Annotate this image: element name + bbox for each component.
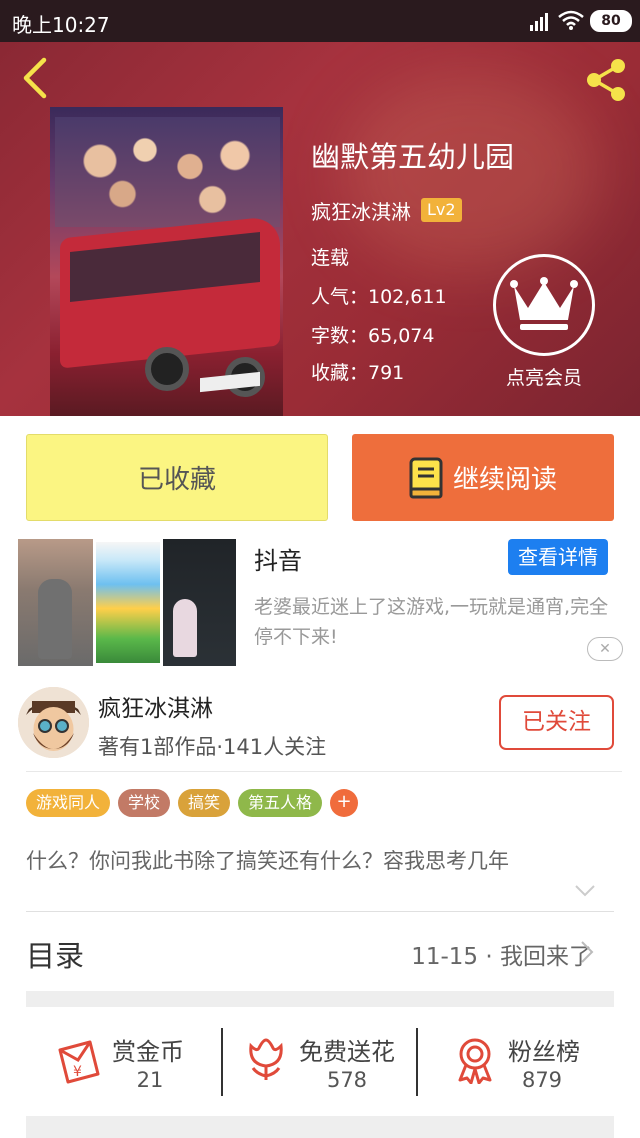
ad-details-button[interactable]: 查看详情 bbox=[508, 539, 608, 575]
toc-latest-chapter[interactable]: 11-15 · 我回来了 bbox=[411, 937, 592, 971]
stat-label: 粉丝榜 bbox=[508, 1038, 580, 1066]
battery-indicator: 80 bbox=[590, 10, 632, 32]
crown-icon bbox=[510, 277, 578, 330]
signal-icon bbox=[530, 13, 548, 31]
stat-label: 免费送花 bbox=[299, 1038, 395, 1066]
follow-button[interactable]: 已关注 bbox=[499, 695, 614, 750]
wifi-icon bbox=[558, 10, 584, 30]
divider bbox=[26, 911, 614, 912]
share-icon[interactable] bbox=[582, 56, 630, 104]
tag-identity-v[interactable]: 第五人格 bbox=[238, 789, 323, 817]
chevron-right-icon[interactable] bbox=[580, 940, 594, 964]
stat-free-flowers[interactable]: 免费送花 578 bbox=[243, 1026, 413, 1098]
stat-label: 赏金币 bbox=[112, 1038, 184, 1066]
status-time: 晚上10:27 bbox=[12, 13, 110, 37]
author-name[interactable]: 疯狂冰淇淋 bbox=[98, 689, 213, 723]
stat-fan-ranking[interactable]: 粉丝榜 879 bbox=[452, 1026, 602, 1098]
book-summary[interactable]: 什么？你问我此书除了搞笑还有什么？容我思考几年 bbox=[26, 845, 509, 875]
author-avatar[interactable] bbox=[18, 687, 89, 758]
book-favorites: 收藏：791 bbox=[311, 362, 405, 384]
back-arrow-icon[interactable] bbox=[18, 56, 52, 100]
stat-value: 21 bbox=[136, 1068, 164, 1092]
avatar-illustration bbox=[18, 687, 89, 758]
vip-label[interactable]: 点亮会员 bbox=[494, 363, 594, 390]
book-icon bbox=[409, 457, 443, 498]
status-bar: 晚上10:27 80 bbox=[0, 0, 640, 42]
continue-reading-button[interactable]: 继续阅读 bbox=[352, 434, 614, 521]
book-popularity: 人气：102,611 bbox=[311, 286, 447, 308]
book-author-line: 疯狂冰淇淋 Lv2 bbox=[311, 195, 462, 225]
flower-icon bbox=[249, 1038, 283, 1080]
book-status: 连载 bbox=[311, 247, 350, 269]
reward-coin-icon: ¥ bbox=[58, 1040, 100, 1084]
book-header: 幽默第五幼儿园 疯狂冰淇淋 Lv2 连载 人气：102,611 字数：65,07… bbox=[0, 42, 640, 416]
ad-description[interactable]: 老婆最近迷上了这游戏,一玩就是通宵,完全停不下来! bbox=[254, 592, 624, 652]
book-word-count: 字数：65,074 bbox=[311, 325, 435, 347]
divider bbox=[416, 1028, 418, 1096]
author-level-badge: Lv2 bbox=[421, 198, 462, 222]
tag-game-fanfic[interactable]: 游戏同人 bbox=[26, 789, 111, 817]
section-gap bbox=[26, 1116, 614, 1138]
continue-reading-label: 继续阅读 bbox=[452, 465, 557, 495]
book-author-name[interactable]: 疯狂冰淇淋 bbox=[311, 196, 411, 225]
stat-value: 879 bbox=[521, 1068, 563, 1092]
vip-crown-button[interactable] bbox=[493, 254, 595, 356]
book-cover-image[interactable] bbox=[50, 107, 283, 416]
ad-title[interactable]: 抖音 bbox=[254, 541, 302, 576]
tag-school[interactable]: 学校 bbox=[118, 789, 171, 817]
divider bbox=[221, 1028, 223, 1096]
svg-text:¥: ¥ bbox=[73, 1064, 82, 1080]
ad-image[interactable] bbox=[18, 539, 236, 666]
toc-label[interactable]: 目录 bbox=[26, 933, 84, 975]
chevron-down-icon[interactable] bbox=[574, 884, 596, 898]
author-works-followers: 著有1部作品·141人关注 bbox=[98, 735, 327, 759]
stat-reward-coins[interactable]: ¥ 赏金币 21 bbox=[56, 1026, 206, 1098]
divider bbox=[26, 771, 622, 772]
stat-value: 578 bbox=[326, 1068, 368, 1092]
add-tag-button[interactable]: + bbox=[330, 789, 359, 817]
tag-list: 游戏同人 学校 搞笑 第五人格 + bbox=[26, 789, 359, 817]
medal-icon bbox=[458, 1038, 492, 1084]
book-title: 幽默第五幼儿园 bbox=[311, 140, 515, 174]
ad-close-button[interactable]: ✕ bbox=[587, 637, 623, 661]
tag-funny[interactable]: 搞笑 bbox=[178, 789, 231, 817]
favorited-button[interactable]: 已收藏 bbox=[26, 434, 328, 521]
section-gap bbox=[26, 991, 614, 1007]
